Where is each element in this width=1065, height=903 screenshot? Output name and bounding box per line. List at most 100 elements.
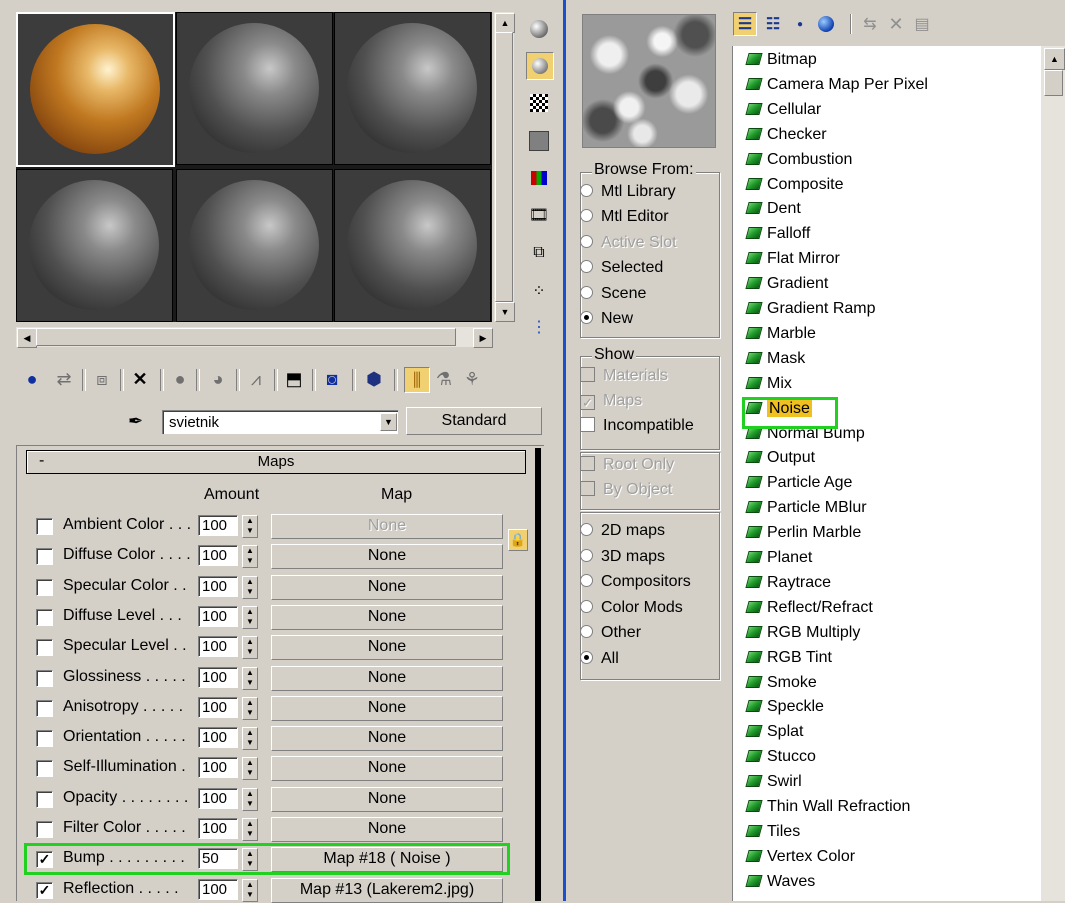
reset-map-icon[interactable]: ✕ xyxy=(128,367,152,391)
amount-spinner[interactable]: ▲ ▼ xyxy=(242,605,258,629)
put-to-library-icon[interactable]: ◕ xyxy=(206,367,230,391)
map-slot-button[interactable]: Map #13 (Lakerem2.jpg) xyxy=(271,877,503,903)
map-slot-button[interactable]: None xyxy=(271,544,503,570)
rollout-scrollbar[interactable] xyxy=(535,448,541,901)
map-slot-button[interactable]: None xyxy=(271,695,503,721)
map-list-item[interactable]: Camera Map Per Pixel xyxy=(745,76,928,101)
map-slot-button[interactable]: None xyxy=(271,665,503,691)
delete-from-library-icon[interactable]: ✕ xyxy=(884,12,908,36)
map-amount-field[interactable]: 100 xyxy=(198,545,238,567)
amount-spinner[interactable]: ▲ ▼ xyxy=(242,727,258,751)
maps-list-box[interactable]: Bitmap Camera Map Per Pixel Cellular Checke… xyxy=(732,46,1043,901)
map-amount-field[interactable]: 100 xyxy=(198,787,238,809)
amount-spinner[interactable]: ▲ ▼ xyxy=(242,696,258,720)
map-enable-checkbox[interactable] xyxy=(36,608,53,626)
map-list-item[interactable]: Raytrace xyxy=(745,574,831,599)
map-enable-checkbox[interactable] xyxy=(36,790,53,808)
sample-uv-tiling-icon[interactable] xyxy=(526,128,552,154)
map-list-item[interactable]: Composite xyxy=(745,176,843,201)
scroll-up-icon[interactable]: ▲ xyxy=(1044,48,1065,70)
put-to-scene-icon[interactable]: ⇄ xyxy=(52,367,76,391)
amount-spinner[interactable]: ▲ ▼ xyxy=(242,515,258,538)
scroll-thumb[interactable] xyxy=(1044,70,1063,96)
map-list-item[interactable]: Marble xyxy=(745,325,816,350)
map-list-item[interactable]: Perlin Marble xyxy=(745,524,861,549)
map-slot-button[interactable]: None xyxy=(271,726,503,752)
map-list-item[interactable]: Combustion xyxy=(745,151,852,176)
show-map-in-viewport-icon[interactable]: ⬒ xyxy=(282,367,306,391)
map-list-item[interactable]: Stucco xyxy=(745,748,816,773)
map-category-radio[interactable]: 3D maps xyxy=(580,548,665,570)
map-amount-field[interactable]: 100 xyxy=(198,818,238,839)
material-map-navigator-icon[interactable]: ⚘ xyxy=(460,367,484,391)
map-amount-field[interactable]: 100 xyxy=(198,636,238,658)
map-list-item[interactable]: Planet xyxy=(745,549,812,574)
map-list-item[interactable]: Checker xyxy=(745,126,827,151)
sample-slot-2[interactable] xyxy=(176,12,333,165)
backlight-icon[interactable] xyxy=(526,52,554,80)
map-slot-button[interactable]: None xyxy=(271,514,503,539)
view-large-icons-icon[interactable] xyxy=(814,12,838,36)
map-list-item[interactable]: Mask xyxy=(745,350,805,375)
map-list-item[interactable]: Reflect/Refract xyxy=(745,599,873,624)
browse-from-radio[interactable]: Selected xyxy=(580,259,663,281)
radio-button[interactable] xyxy=(580,548,593,562)
map-category-radio[interactable]: All xyxy=(580,650,619,672)
amount-spinner[interactable]: ▲ ▼ xyxy=(242,878,258,902)
amount-spinner[interactable]: ▲ ▼ xyxy=(242,757,258,781)
map-enable-checkbox[interactable] xyxy=(36,578,53,596)
map-enable-checkbox[interactable] xyxy=(36,730,53,748)
radio-button[interactable] xyxy=(580,523,593,536)
select-by-material-icon[interactable]: ⁘ xyxy=(526,278,552,304)
slots-horizontal-scrollbar[interactable]: ◀ ▶ xyxy=(16,327,493,348)
map-list-item[interactable]: Waves xyxy=(745,873,815,898)
radio-button[interactable] xyxy=(580,285,593,299)
map-amount-field[interactable]: 100 xyxy=(198,727,238,749)
chevron-down-icon[interactable]: ▼ xyxy=(380,413,397,431)
make-preview-icon[interactable]: 🎞 xyxy=(526,202,552,228)
sample-slot-1[interactable] xyxy=(16,12,175,167)
browse-from-radio[interactable]: Scene xyxy=(580,285,646,307)
material-name-field[interactable]: svietnik ▼ xyxy=(162,410,398,434)
map-list-item[interactable]: Thin Wall Refraction xyxy=(745,798,910,823)
map-amount-field[interactable]: 100 xyxy=(198,757,238,779)
scroll-up-icon[interactable]: ▲ xyxy=(495,13,515,33)
scroll-down-icon[interactable]: ▼ xyxy=(495,302,515,322)
map-list-item[interactable]: Dent xyxy=(745,200,801,225)
amount-spinner[interactable]: ▲ ▼ xyxy=(242,575,258,599)
browse-from-radio[interactable]: Mtl Editor xyxy=(580,208,669,230)
map-list-item[interactable]: Mix xyxy=(745,375,792,400)
map-slot-button[interactable]: None xyxy=(271,786,503,812)
map-enable-checkbox[interactable] xyxy=(36,518,53,535)
get-material-icon[interactable]: ● xyxy=(20,367,44,391)
radio-button[interactable] xyxy=(580,574,593,588)
map-list-item[interactable]: Splat xyxy=(745,723,803,748)
view-list-icons-icon[interactable]: ☷ xyxy=(761,12,785,36)
view-small-icons-icon[interactable]: ● xyxy=(790,12,810,36)
sample-slot-3[interactable] xyxy=(334,12,491,165)
go-to-parent-icon[interactable]: ⬢ xyxy=(362,367,386,391)
map-slot-button[interactable]: None xyxy=(271,635,503,661)
assign-to-selection-icon[interactable]: ⧈ xyxy=(90,367,114,391)
map-enable-checkbox[interactable] xyxy=(36,821,53,838)
map-list-item[interactable]: Falloff xyxy=(745,225,810,250)
show-checkbox[interactable]: Incompatible xyxy=(580,417,694,439)
radio-button[interactable] xyxy=(580,260,593,274)
map-category-radio[interactable]: Other xyxy=(580,624,641,646)
map-list-item[interactable]: Swirl xyxy=(745,773,802,798)
map-category-radio[interactable]: 2D maps xyxy=(580,522,665,544)
make-unique-icon[interactable]: ● xyxy=(168,367,192,391)
map-list-item[interactable]: RGB Tint xyxy=(745,649,832,674)
map-enable-checkbox[interactable] xyxy=(36,669,53,687)
map-enable-checkbox[interactable]: ✓ xyxy=(36,881,53,899)
map-slot-button[interactable]: None xyxy=(271,817,503,842)
radio-button[interactable] xyxy=(580,209,593,223)
map-enable-checkbox[interactable] xyxy=(36,760,53,778)
map-amount-field[interactable]: 100 xyxy=(198,666,238,688)
update-scene-materials-icon[interactable]: ⇆ xyxy=(858,12,882,36)
map-enable-checkbox[interactable] xyxy=(36,639,53,657)
map-slot-button[interactable]: None xyxy=(271,756,503,782)
options-icon[interactable]: ⧉ xyxy=(526,240,552,266)
map-list-item[interactable]: Gradient Ramp xyxy=(745,300,876,325)
checkbox[interactable] xyxy=(580,417,595,432)
